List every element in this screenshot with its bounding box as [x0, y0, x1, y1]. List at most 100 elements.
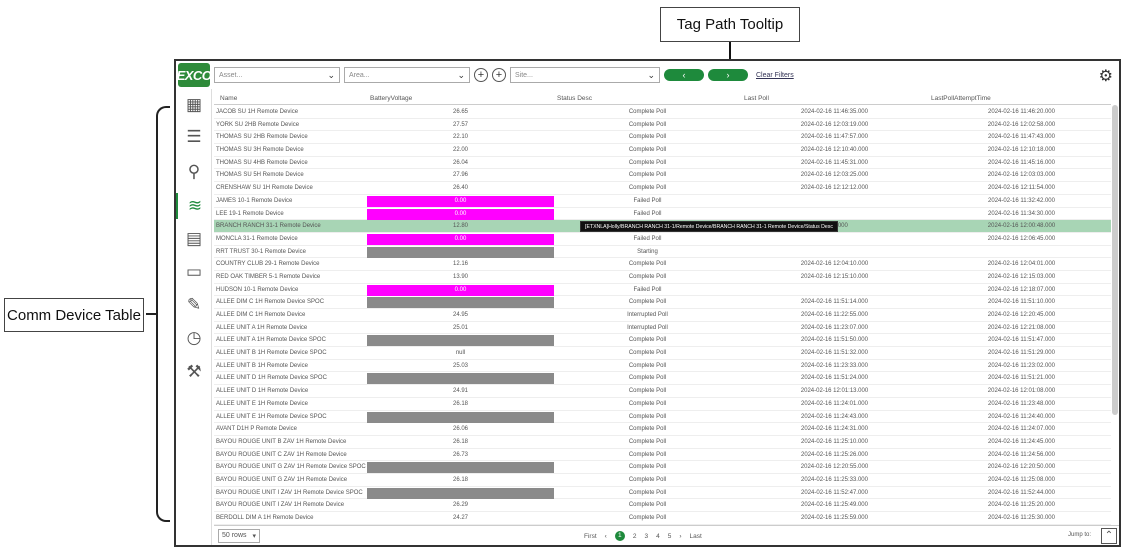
page-link[interactable]: 4: [656, 533, 660, 540]
document-icon[interactable]: ▤: [176, 226, 212, 252]
device-name-cell: CRENSHAW SU 1H Remote Device: [216, 185, 313, 192]
battery-no-data-cell: [367, 335, 554, 347]
table-row[interactable]: BAYOU ROUGE UNIT B ZAV 1H Remote Device 2…: [214, 436, 1111, 449]
table-row[interactable]: BAYOU ROUGE UNIT G ZAV 1H Remote Device …: [214, 461, 1111, 474]
column-header-name[interactable]: Name: [220, 95, 237, 102]
site-select[interactable]: Site... ⌄: [510, 67, 660, 83]
device-name-cell: COUNTRY CLUB 29-1 Remote Device: [216, 261, 320, 268]
device-name-cell: ALLEE DIM C 1H Remote Device: [216, 312, 306, 318]
status-desc-cell: Complete Poll: [628, 299, 667, 306]
table-row[interactable]: THOMAS SU 5H Remote Device 27.96 Complete …: [214, 169, 1111, 183]
column-header-status-desc[interactable]: Status Desc: [557, 95, 592, 102]
device-name-cell: HUDSON 10-1 Remote Device: [216, 286, 299, 293]
last-poll-cell: 2024-02-16 12:03:25.000: [800, 172, 869, 179]
tools-icon[interactable]: ⚒: [176, 359, 212, 385]
battery-voltage-cell: 26.18: [452, 476, 468, 483]
add-site-button[interactable]: +: [492, 68, 506, 82]
last-poll-attempt-cell: 2024-02-16 11:51:47.000: [988, 337, 1055, 344]
last-poll-cell: 2024-02-16 11:22:55.000: [801, 312, 868, 318]
gear-icon[interactable]: ⚙: [1099, 66, 1113, 86]
next-page-link[interactable]: ›: [679, 533, 681, 540]
table-row[interactable]: ALLEE UNIT D 1H Remote Device SPOC Comple…: [214, 372, 1111, 386]
wireless-icon[interactable]: ≋: [176, 193, 212, 219]
last-poll-cell: 2024-02-16 12:10:40.000: [800, 147, 869, 154]
rows-per-page-select[interactable]: 50 rows ▾: [218, 528, 260, 543]
table-row[interactable]: BAYOU ROUGE UNIT I ZAV 1H Remote Device …: [214, 487, 1111, 500]
table-footer: 50 rows ▾ First ‹ 1 2 3 4 5 › Last Jump to: ⌃: [214, 525, 1119, 545]
prev-page-link[interactable]: ‹: [605, 533, 607, 540]
table-row[interactable]: MONCLA 31-1 Remote Device 0.00 Failed Poll…: [214, 233, 1111, 246]
column-header-last-poll-attempt-time[interactable]: LastPollAttemptTime: [931, 95, 991, 102]
table-row[interactable]: ALLEE DIM C 1H Remote Device 24.95 Interru…: [214, 309, 1111, 322]
scroll-top-button[interactable]: ⌃: [1101, 528, 1117, 544]
device-name-cell: RED OAK TIMBER 5-1 Remote Device: [216, 273, 321, 280]
last-poll-cell: 2024-02-16 12:03:19.000: [800, 121, 869, 128]
page-link[interactable]: 1: [614, 531, 625, 541]
last-poll-cell: 2024-02-16 12:04:10.000: [800, 261, 869, 268]
status-desc-cell: Complete Poll: [628, 489, 667, 496]
table-row[interactable]: JACOB SU 1H Remote Device 26.65 Complete P…: [214, 106, 1111, 119]
table-row[interactable]: HUDSON 10-1 Remote Device 0.00 Failed Poll…: [214, 284, 1111, 297]
table-row[interactable]: BERDOLL DIM A 1H Remote Device 24.27 Compl…: [214, 512, 1111, 525]
table-row[interactable]: RED OAK TIMBER 5-1 Remote Device 13.90 Com…: [214, 271, 1111, 284]
battery-voltage-cell: 25.03: [452, 362, 468, 369]
alarm-clock-icon[interactable]: ◷: [176, 325, 212, 351]
table-row[interactable]: YORK SU 2HB Remote Device 27.57 Complete P…: [214, 119, 1111, 132]
table-scrollbar[interactable]: [1112, 105, 1118, 415]
table-row[interactable]: BAYOU ROUGE UNIT I ZAV 1H Remote Device 2…: [214, 499, 1111, 512]
dashboard-icon[interactable]: ▦: [176, 92, 212, 118]
table-row[interactable]: ALLEE UNIT A 1H Remote Device SPOC Comple…: [214, 334, 1111, 348]
status-desc-cell: Complete Poll: [628, 451, 667, 458]
column-header-last-poll[interactable]: Last Poll: [744, 95, 769, 102]
table-row[interactable]: BRANCH RANCH 31-1 Remote Device12.8001:4…: [214, 220, 1111, 233]
device-name-cell: MONCLA 31-1 Remote Device: [216, 235, 298, 242]
page-link[interactable]: 5: [668, 533, 672, 540]
last-poll-cell: 2024-02-16 11:51:50.000: [801, 337, 868, 344]
add-area-button[interactable]: +: [474, 68, 488, 82]
table-row[interactable]: AVANT D1H P Remote Device 26.06 Complete P…: [214, 423, 1111, 436]
area-select[interactable]: Area... ⌄: [344, 67, 470, 83]
list-icon[interactable]: ☰: [176, 124, 212, 150]
table-row[interactable]: THOMAS SU 4HB Remote Device 26.04 Complete…: [214, 157, 1111, 170]
asset-select[interactable]: Asset... ⌄: [214, 67, 340, 83]
table-row[interactable]: COUNTRY CLUB 29-1 Remote Device 12.16 Comp…: [214, 258, 1111, 271]
table-row[interactable]: THOMAS SU 2HB Remote Device 22.10 Complete…: [214, 131, 1111, 145]
ticket-icon[interactable]: ▭: [176, 259, 212, 285]
table-row[interactable]: BAYOU ROUGE UNIT C ZAV 1H Remote Device 2…: [214, 449, 1111, 462]
search-icon[interactable]: ⚲: [176, 159, 212, 185]
status-desc-cell: Complete Poll: [628, 375, 667, 382]
table-row[interactable]: BAYOU ROUGE UNIT G ZAV 1H Remote Device 2…: [214, 474, 1111, 487]
last-page-link[interactable]: Last: [689, 533, 701, 540]
status-desc-cell: Starting: [637, 248, 658, 255]
table-row[interactable]: ALLEE UNIT A 1H Remote Device 25.01 Interr…: [214, 322, 1111, 335]
status-desc-cell: Complete Poll: [628, 502, 667, 509]
status-desc-cell: Interrupted Poll: [627, 312, 668, 318]
status-desc-cell: Complete Poll: [628, 464, 667, 471]
last-poll-cell: 2024-02-16 12:20:55.000: [800, 464, 869, 471]
last-poll-cell: 2024-02-16 11:24:43.000: [801, 413, 868, 420]
last-poll-attempt-cell: 2024-02-16 11:24:56.000: [988, 451, 1055, 458]
page-link[interactable]: 3: [644, 533, 648, 540]
clear-filters-link[interactable]: Clear Filters: [756, 72, 794, 79]
table-row[interactable]: THOMAS SU 3H Remote Device 22.00 Complete …: [214, 144, 1111, 157]
pencil-icon[interactable]: ✎: [176, 292, 212, 318]
battery-voltage-cell: 26.40: [452, 185, 468, 192]
table-row[interactable]: RRT TRUST 30-1 Remote Device Starting: [214, 246, 1111, 259]
battery-voltage-cell: 0.00: [454, 210, 467, 217]
previous-button[interactable]: ‹: [664, 69, 704, 81]
table-row[interactable]: ALLEE DIM C 1H Remote Device SPOC Complet…: [214, 296, 1111, 309]
page-link[interactable]: 2: [633, 533, 637, 540]
last-poll-cell: 2024-02-16 11:23:33.000: [801, 362, 868, 369]
table-row[interactable]: ALLEE UNIT E 1H Remote Device 26.18 Comple…: [214, 398, 1111, 411]
next-button[interactable]: ›: [708, 69, 748, 81]
device-name-cell: BAYOU ROUGE UNIT I ZAV 1H Remote Device: [216, 502, 345, 509]
column-header-battery-voltage[interactable]: BatteryVoltage: [370, 95, 412, 102]
table-row[interactable]: ALLEE UNIT D 1H Remote Device 24.91 Comple…: [214, 385, 1111, 398]
table-row[interactable]: ALLEE UNIT B 1H Remote Device SPOC null Co…: [214, 347, 1111, 360]
first-page-link[interactable]: First: [584, 533, 597, 540]
table-row[interactable]: ALLEE UNIT B 1H Remote Device 25.03 Comple…: [214, 360, 1111, 373]
table-row[interactable]: CRENSHAW SU 1H Remote Device 26.40 Complet…: [214, 182, 1111, 195]
table-row[interactable]: JAMES 10-1 Remote Device 0.00 Failed Poll 2…: [214, 195, 1111, 208]
table-row[interactable]: ALLEE UNIT E 1H Remote Device SPOC Comple…: [214, 411, 1111, 424]
table-row[interactable]: LEE 19-1 Remote Device 0.00 Failed Poll 202…: [214, 208, 1111, 221]
